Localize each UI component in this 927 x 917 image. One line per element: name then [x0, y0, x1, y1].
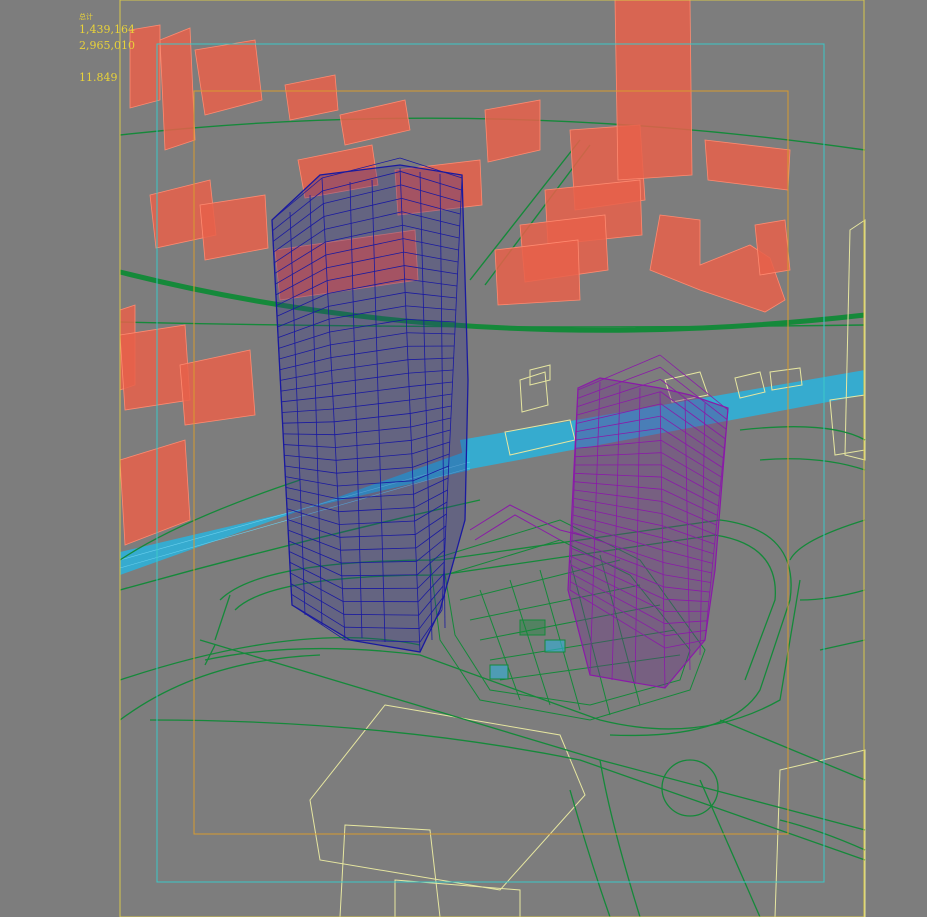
- scene-canvas[interactable]: [0, 0, 927, 917]
- stats-fps: 11.849: [79, 71, 118, 84]
- stats-polys: 1,439,164: [79, 23, 135, 36]
- stats-verts: 2,965,010: [79, 39, 135, 52]
- statistics-overlay: 总计 1,439,164 2,965,010 11.849: [79, 12, 135, 86]
- secondary-tower: [567, 354, 729, 689]
- perspective-viewport[interactable]: 总计 1,439,164 2,965,010 11.849: [0, 0, 927, 917]
- stats-label: 总计: [79, 13, 93, 21]
- main-tower: [271, 157, 469, 653]
